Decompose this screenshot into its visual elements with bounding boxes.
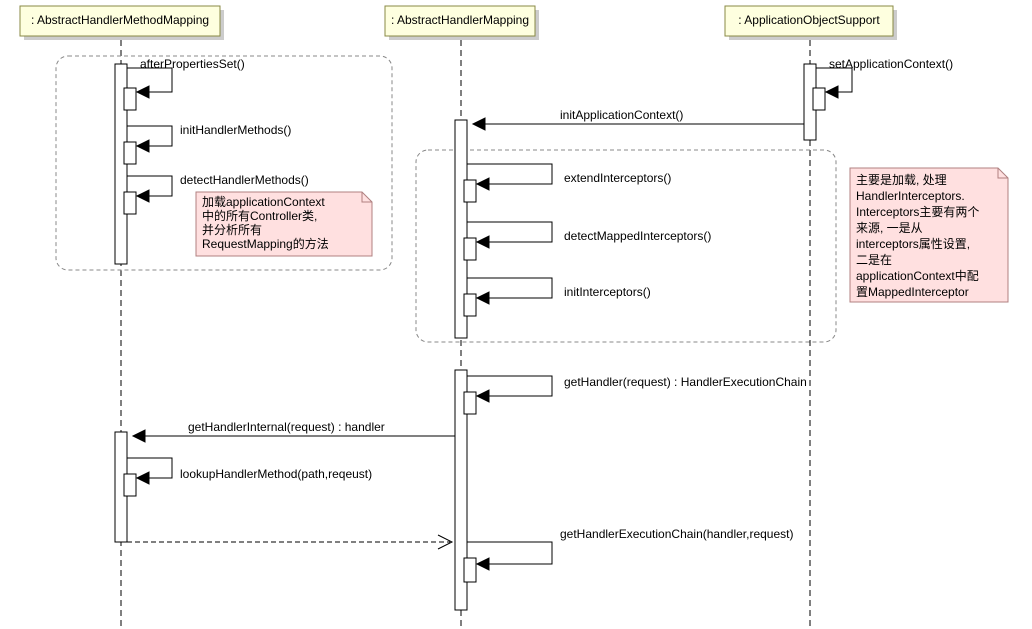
msg-getHandlerInternal: getHandlerInternal(request) : handler <box>115 420 455 542</box>
participant-ahm-label: : AbstractHandlerMapping <box>391 13 529 27</box>
msg-getHandler-label: getHandler(request) : HandlerExecutionCh… <box>564 375 807 389</box>
note2-l3: Interceptors主要有两个 <box>856 205 979 219</box>
participant-ahmm-label: : AbstractHandlerMethodMapping <box>31 13 209 27</box>
participant-ahm: : AbstractHandlerMapping <box>385 6 539 40</box>
note2-l6: 二是在 <box>856 253 892 267</box>
note-detectHandlerMethods: 加载applicationContext 中的所有Controller类, 并分… <box>196 192 372 256</box>
note2-l7: applicationContext中配 <box>856 268 979 283</box>
msg-initApplicationContext-label: initApplicationContext() <box>560 108 683 122</box>
msg-setApplicationContext-label: setApplicationContext() <box>829 57 953 71</box>
msg-extendInterceptors: extendInterceptors() <box>464 164 671 202</box>
msg-lookupHandlerMethod-label: lookupHandlerMethod(path,reqeust) <box>180 467 372 481</box>
note1-l3: 并分析所有 <box>202 223 262 237</box>
msg-afterPropertiesSet: afterPropertiesSet() <box>124 57 245 110</box>
note1-l1: 加载applicationContext <box>202 195 325 209</box>
participant-aos-label: : ApplicationObjectSupport <box>738 13 880 27</box>
msg-initApplicationContext: initApplicationContext() <box>455 108 804 338</box>
msg-detectHandlerMethods-label: detectHandlerMethods() <box>180 173 309 187</box>
msg-initInterceptors: initInterceptors() <box>464 278 651 316</box>
note-initApplicationContext: 主要是加载, 处理 HandlerInterceptors. Intercept… <box>850 168 1008 302</box>
msg-setApplicationContext: setApplicationContext() <box>813 57 953 110</box>
note1-l2: 中的所有Controller类, <box>202 208 317 223</box>
participant-aos: : ApplicationObjectSupport <box>725 6 897 40</box>
msg-initInterceptors-label: initInterceptors() <box>564 285 651 299</box>
note2-l2: HandlerInterceptors. <box>856 189 965 203</box>
msg-getHandlerInternal-label: getHandlerInternal(request) : handler <box>188 420 385 434</box>
msg-detectMappedInterceptors-label: detectMappedInterceptors() <box>564 229 711 243</box>
msg-getHandlerExecutionChain-label: getHandlerExecutionChain(handler,request… <box>560 527 793 541</box>
note2-l8: 置MappedInterceptor <box>856 285 969 299</box>
msg-extendInterceptors-label: extendInterceptors() <box>564 171 671 185</box>
note1-l4: RequestMapping的方法 <box>202 236 329 251</box>
note2-l1: 主要是加载, 处理 <box>856 173 947 187</box>
msg-lookupHandlerMethod: lookupHandlerMethod(path,reqeust) <box>124 458 372 496</box>
note2-l5: interceptors属性设置, <box>856 237 970 251</box>
msg-afterPropertiesSet-label: afterPropertiesSet() <box>140 57 245 71</box>
sequence-diagram: : AbstractHandlerMethodMapping : Abstrac… <box>0 0 1032 629</box>
msg-initHandlerMethods-label: initHandlerMethods() <box>180 123 291 137</box>
participant-ahmm: : AbstractHandlerMethodMapping <box>20 6 224 40</box>
msg-initHandlerMethods: initHandlerMethods() <box>124 123 291 164</box>
msg-detectMappedInterceptors: detectMappedInterceptors() <box>464 222 711 260</box>
msg-getHandler: getHandler(request) : HandlerExecutionCh… <box>464 375 807 414</box>
note2-l4: 来源, 一是从 <box>856 221 923 235</box>
